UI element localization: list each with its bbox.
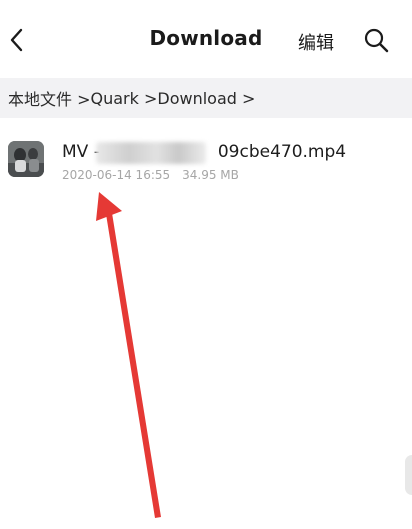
breadcrumb-item-download[interactable]: Download >: [157, 89, 255, 108]
search-icon: [364, 28, 389, 53]
edit-button[interactable]: 编辑: [298, 29, 334, 55]
file-meta: 2020-06-14 16:55 34.95 MB: [62, 168, 239, 182]
breadcrumb: 本地文件 > Quark > Download >: [0, 78, 412, 118]
breadcrumb-item-quark[interactable]: Quark >: [91, 89, 158, 108]
search-button[interactable]: [362, 26, 392, 56]
scroll-handle[interactable]: [405, 455, 412, 495]
file-list-item[interactable]: MV - 09cbe470.mp4 2020-06-14 16:55 34.95 M…: [0, 124, 412, 194]
top-bar: Download 编辑: [0, 0, 412, 78]
file-name-prefix: MV -: [62, 142, 100, 162]
page-title: Download: [149, 26, 263, 50]
file-size: 34.95 MB: [182, 168, 239, 182]
file-date: 2020-06-14 16:55: [62, 168, 171, 182]
file-name-suffix: 09cbe470.mp4: [217, 142, 347, 162]
video-thumbnail-icon: [8, 141, 44, 177]
redacted-filename-blur: [96, 142, 206, 164]
breadcrumb-item-local[interactable]: 本地文件 >: [8, 86, 91, 110]
